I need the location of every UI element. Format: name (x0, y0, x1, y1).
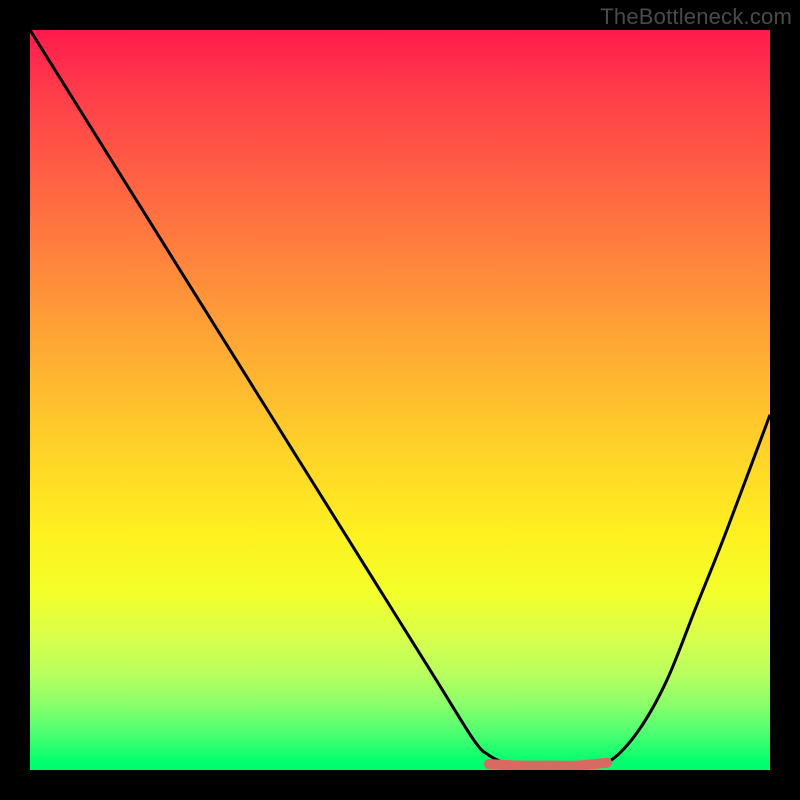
bottleneck-curve-path (30, 30, 770, 767)
highlight-flat-path (489, 763, 607, 766)
watermark-label: TheBottleneck.com (600, 4, 792, 30)
gradient-plot-area (30, 30, 770, 770)
curve-layer (30, 30, 770, 770)
chart-frame: TheBottleneck.com (0, 0, 800, 800)
